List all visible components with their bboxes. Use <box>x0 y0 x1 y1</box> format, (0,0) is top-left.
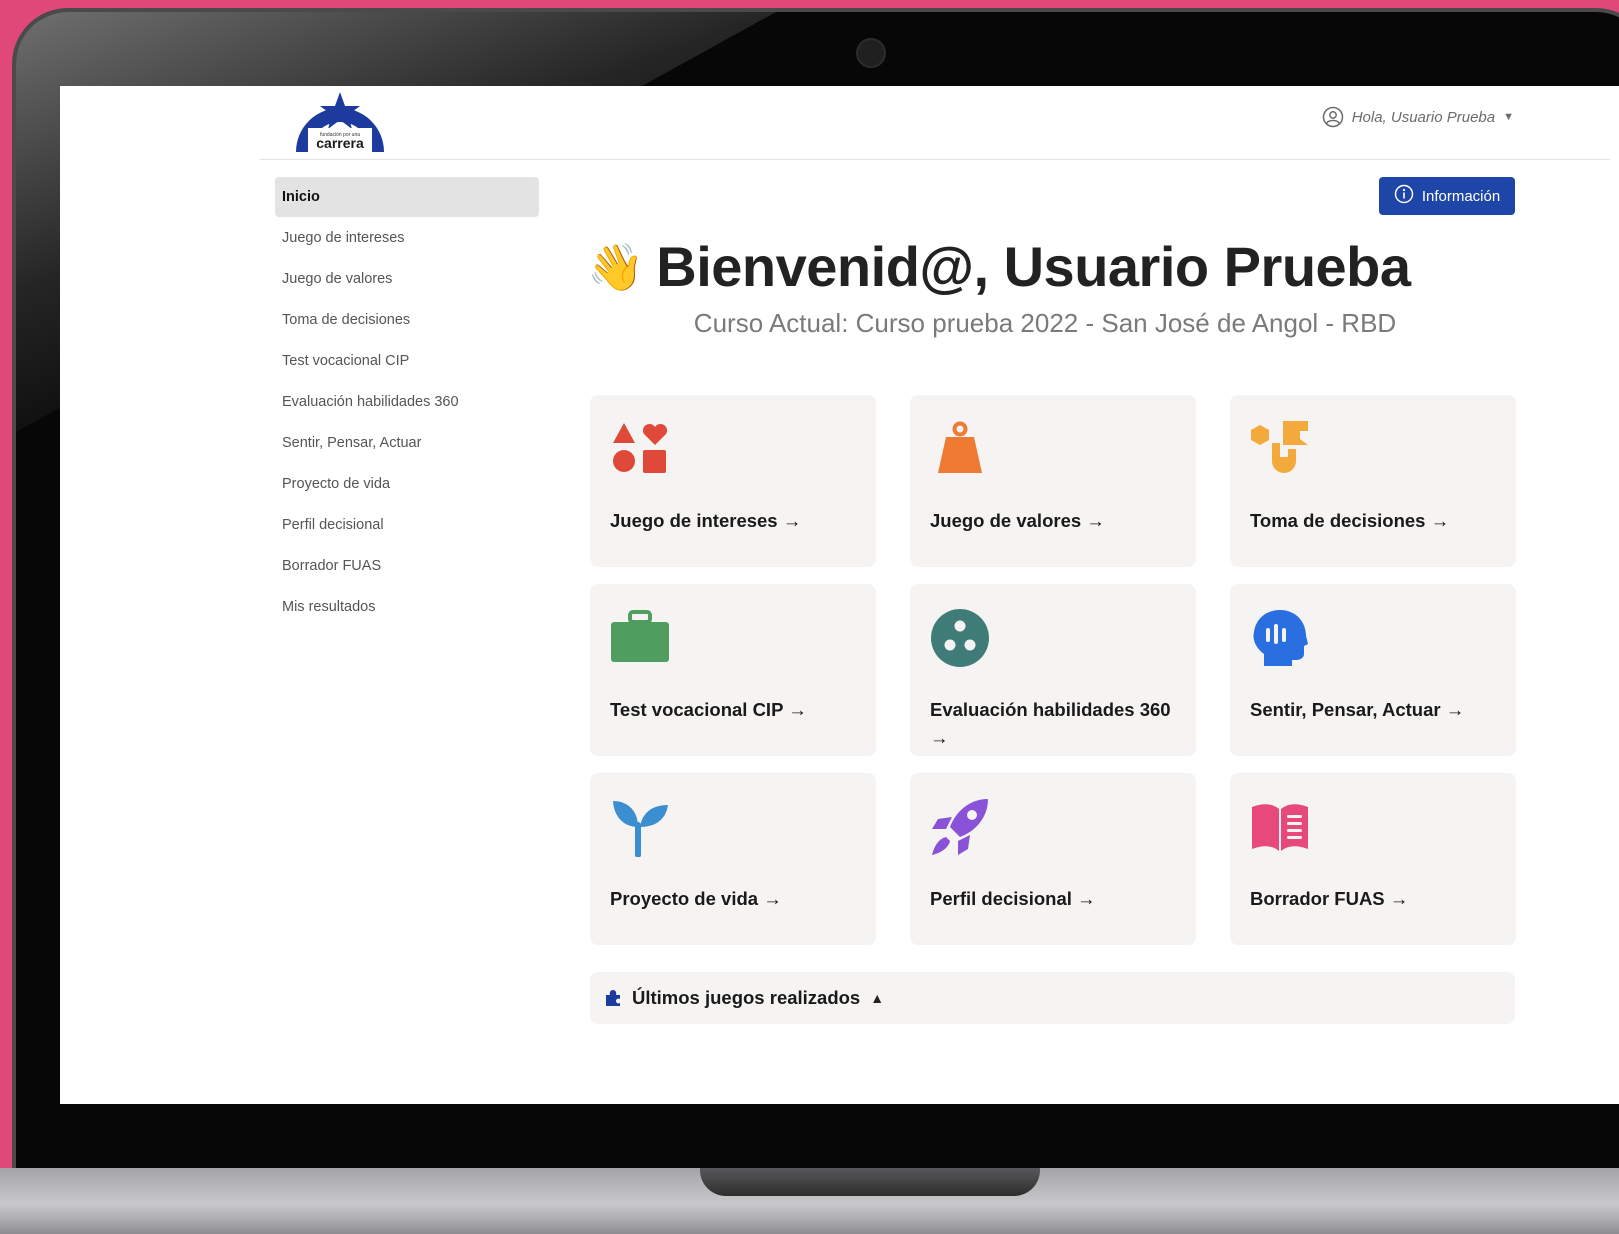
logo-text: carrera <box>316 135 364 151</box>
sidebar-item-test-vocacional[interactable]: Test vocacional CIP <box>275 341 539 381</box>
current-course: Curso Actual: Curso prueba 2022 - San Jo… <box>693 308 1397 338</box>
activity-grid: Juego de intereses → Juego de valores → … <box>590 395 1516 945</box>
card-label: Toma de decisiones → <box>1250 510 1450 531</box>
rocket-icon <box>932 799 988 855</box>
briefcase-icon <box>611 610 669 662</box>
sidebar-item-juego-valores[interactable]: Juego de valores <box>275 259 539 299</box>
weight-icon <box>938 421 982 473</box>
recent-games-toggle[interactable]: Últimos juegos realizados ▲ <box>590 972 1515 1024</box>
card-juego-valores[interactable]: Juego de valores → <box>910 395 1196 567</box>
info-icon <box>1394 184 1414 208</box>
sprout-icon <box>613 801 668 857</box>
card-sentir-pensar-actuar[interactable]: Sentir, Pensar, Actuar → <box>1230 584 1516 756</box>
shapes-icon <box>613 423 668 473</box>
card-label: Juego de intereses → <box>610 510 802 531</box>
card-toma-decisiones[interactable]: Toma de decisiones → <box>1230 395 1516 567</box>
info-button[interactable]: Información <box>1379 177 1515 215</box>
sidebar-item-proyecto-vida[interactable]: Proyecto de vida <box>275 464 539 504</box>
circle-dots-icon <box>931 609 989 667</box>
sidebar-item-juego-intereses[interactable]: Juego de intereses <box>275 218 539 258</box>
welcome-heading: 👋 Bienvenid@, Usuario Prueba <box>587 234 1411 299</box>
sidebar-item-toma-decisiones[interactable]: Toma de decisiones <box>275 300 539 340</box>
card-test-vocacional[interactable]: Test vocacional CIP → <box>590 584 876 756</box>
card-borrador-fuas[interactable]: Borrador FUAS → <box>1230 773 1516 945</box>
carrera-logo[interactable]: fundación por una carrera <box>290 90 390 160</box>
card-label: Sentir, Pensar, Actuar → <box>1250 699 1465 720</box>
user-circle-icon <box>1322 106 1344 128</box>
sidebar-item-borrador-fuas[interactable]: Borrador FUAS <box>275 546 539 586</box>
waving-hand-icon: 👋 <box>587 240 645 293</box>
card-juego-intereses[interactable]: Juego de intereses → <box>590 395 876 567</box>
card-proyecto-vida[interactable]: Proyecto de vida → <box>590 773 876 945</box>
header-divider <box>260 159 1610 160</box>
browser-viewport: fundación por una carrera Hola, Usuario … <box>60 86 1619 1104</box>
card-label: Proyecto de vida → <box>610 888 782 909</box>
sidebar-item-inicio[interactable]: Inicio <box>275 177 539 217</box>
caret-down-icon: ▼ <box>1503 111 1514 123</box>
info-button-label: Información <box>1421 187 1501 205</box>
card-perfil-decisional[interactable]: Perfil decisional → <box>910 773 1196 945</box>
webcam <box>856 38 886 68</box>
decision-shapes-icon <box>1251 421 1308 473</box>
user-greeting: Hola, Usuario Prueba <box>1351 108 1496 126</box>
book-icon <box>1252 804 1308 851</box>
card-label: Test vocacional CIP → <box>610 699 807 720</box>
page-title: Bienvenid@, Usuario Prueba <box>656 235 1411 298</box>
card-label: Perfil decisional → <box>930 888 1096 909</box>
recent-games-title: Últimos juegos realizados <box>632 987 861 1008</box>
sidebar-nav: Inicio Juego de intereses Juego de valor… <box>275 177 539 628</box>
puzzle-icon <box>606 990 620 1006</box>
triangle-up-icon: ▲ <box>870 990 885 1006</box>
card-label: Juego de valores → <box>930 510 1105 531</box>
sidebar-item-perfil-decisional[interactable]: Perfil decisional <box>275 505 539 545</box>
sidebar-item-sentir-pensar[interactable]: Sentir, Pensar, Actuar <box>275 423 539 463</box>
sidebar-item-evaluacion-360[interactable]: Evaluación habilidades 360 <box>275 382 539 422</box>
user-menu[interactable]: Hola, Usuario Prueba ▼ <box>1322 106 1514 128</box>
sidebar-item-mis-resultados[interactable]: Mis resultados <box>275 587 539 627</box>
card-evaluacion-360[interactable]: Evaluación habilidades 360 → <box>910 584 1196 756</box>
head-icon <box>1253 610 1308 666</box>
card-label: Borrador FUAS → <box>1250 888 1409 909</box>
card-label: Evaluación habilidades 360 → <box>930 699 1171 748</box>
laptop-hinge-notch <box>700 1168 1040 1196</box>
